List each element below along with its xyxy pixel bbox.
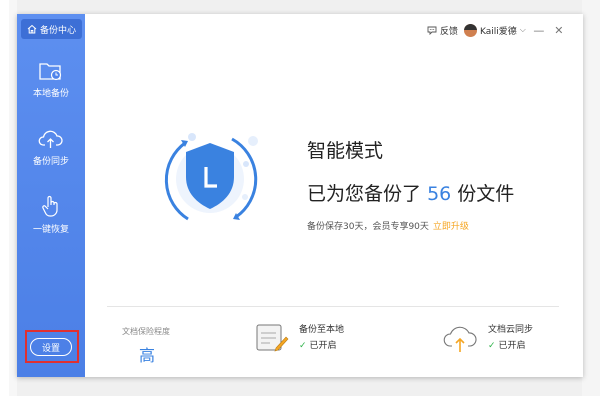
backup-suffix: 份文件 [457, 183, 515, 205]
folder-clock-icon [39, 63, 62, 81]
brand-tab[interactable]: 备份中心 [21, 19, 82, 39]
local-backup-status[interactable]: 备份至本地 ✓ 已开启 [255, 322, 344, 354]
retention-note: 备份保存30天，会员专享90天 立即升级 [307, 219, 469, 232]
document-edit-icon [256, 324, 289, 352]
protection-level-label: 文档保险程度 [122, 327, 170, 336]
cloud-sync-state: 已开启 [498, 341, 526, 351]
shield-clock-illustration [164, 133, 258, 221]
local-backup-state: 已开启 [309, 341, 337, 351]
feedback-button[interactable]: 反馈 [427, 24, 458, 37]
local-backup-title: 备份至本地 [299, 325, 345, 335]
close-icon[interactable]: ✕ [552, 24, 566, 37]
backup-count-number: 56 [427, 183, 452, 205]
chevron-down-icon: ⌵ [519, 25, 526, 34]
check-icon: ✓ [488, 341, 496, 351]
upgrade-link[interactable]: 立即升级 [433, 222, 469, 232]
sidebar: 备份中心 本地备份 备份同步 一键恢复 设置 [17, 14, 85, 377]
user-name: Kaili爱德 [480, 26, 517, 37]
sidebar-item-label: 本地备份 [32, 89, 69, 99]
cloud-sync-title: 文档云同步 [488, 325, 534, 335]
backup-prefix: 已为您备份了 [307, 183, 422, 205]
avatar [464, 23, 478, 37]
background-edge [582, 0, 600, 396]
protection-level-value: 高 [139, 346, 156, 365]
home-icon [27, 24, 37, 34]
mode-title: 智能模式 [307, 140, 384, 162]
sidebar-item-backup-sync[interactable]: 备份同步 [17, 128, 85, 188]
settings-highlight-box [25, 330, 79, 363]
sidebar-item-label: 一键恢复 [32, 225, 69, 235]
pointer-hand-icon [42, 195, 58, 217]
feedback-label: 反馈 [440, 26, 459, 37]
retention-text: 备份保存30天，会员专享90天 [307, 222, 429, 232]
background-strip [9, 0, 17, 396]
brand-label: 备份中心 [39, 25, 76, 36]
cloud-sync-icon [443, 326, 477, 352]
sidebar-item-label: 备份同步 [32, 157, 69, 167]
sidebar-item-local-backup[interactable]: 本地备份 [17, 60, 85, 120]
check-icon: ✓ [299, 341, 307, 351]
divider [107, 306, 559, 307]
backup-count-line: 已为您备份了 56 份文件 [307, 179, 514, 206]
background-strip [0, 0, 9, 396]
chat-bubble-icon [427, 26, 437, 35]
cloud-sync-status[interactable]: 文档云同步 ✓ 已开启 [442, 322, 533, 354]
user-menu[interactable]: Kaili爱德 ⌵ [464, 23, 526, 37]
sidebar-item-one-click-restore[interactable]: 一键恢复 [17, 194, 85, 254]
minimize-icon[interactable]: — [532, 24, 546, 37]
cloud-upload-icon [38, 130, 63, 148]
backup-center-window: 备份中心 本地备份 备份同步 一键恢复 设置 反馈 Kaili爱德 ⌵ — ✕ … [17, 14, 583, 377]
window-topbar: 反馈 Kaili爱德 ⌵ — ✕ [427, 22, 566, 38]
